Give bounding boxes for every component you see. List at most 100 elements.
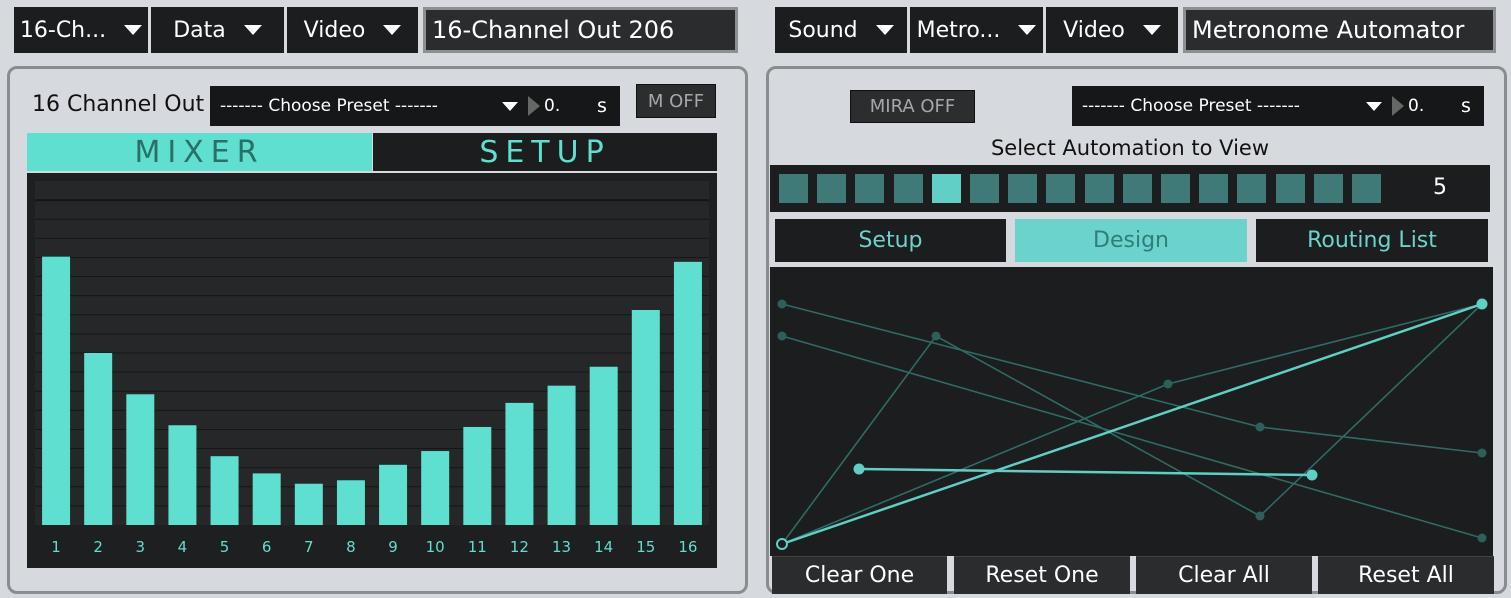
channel-fader-9[interactable] <box>379 464 408 525</box>
automation-point[interactable] <box>1163 379 1173 389</box>
automation-slot-5[interactable] <box>931 174 961 203</box>
channel-label-2: 2 <box>93 538 103 556</box>
preset-time-value-right[interactable]: 0. <box>1408 96 1448 116</box>
channel-label-10: 10 <box>426 538 445 556</box>
tab-setup-right[interactable]: Setup <box>775 219 1006 262</box>
preset-label-right: ------- Choose Preset ------- <box>1082 96 1300 116</box>
automation-selector-title: Select Automation to View <box>990 136 1270 160</box>
channel-label-8: 8 <box>346 538 356 556</box>
automation-index-value[interactable]: 5 <box>1410 175 1470 200</box>
preset-selector[interactable]: ------- Choose Preset ------- 0. s <box>210 86 620 126</box>
automation-slot-4[interactable] <box>893 174 923 203</box>
preset-label: ------- Choose Preset ------- <box>220 96 438 116</box>
clear-all-button[interactable]: Clear All <box>1136 556 1312 594</box>
channel-fader-3[interactable] <box>126 394 155 525</box>
sound-dropdown[interactable]: Sound <box>775 7 907 53</box>
tab-setup-label: SETUP <box>479 134 611 170</box>
tab-setup[interactable]: SETUP <box>373 133 717 171</box>
video-dropdown-right[interactable]: Video <box>1046 7 1178 53</box>
active-automation-start-point[interactable] <box>776 538 788 550</box>
module-name-text: 16-Channel Out 206 <box>432 16 675 44</box>
data-dropdown[interactable]: Data <box>151 7 284 53</box>
clear-one-button[interactable]: Clear One <box>772 556 947 594</box>
automation-slot-14[interactable] <box>1275 174 1305 203</box>
tab-design[interactable]: Design <box>1015 219 1247 262</box>
mira-toggle-button[interactable]: MIRA OFF <box>850 90 975 123</box>
preset-time-unit-right: s <box>1461 95 1471 117</box>
preset-time-unit: s <box>597 95 607 117</box>
channel-fader-1[interactable] <box>42 256 71 525</box>
channel-fader-5[interactable] <box>210 456 239 525</box>
automation-slot-16[interactable] <box>1352 174 1381 203</box>
automation-point[interactable] <box>777 299 787 309</box>
module-name-field[interactable]: 16-Channel Out 206 <box>423 7 738 53</box>
clear-all-label: Clear All <box>1178 563 1270 588</box>
reset-all-button[interactable]: Reset All <box>1318 556 1494 594</box>
metronome-dropdown[interactable]: Metro... <box>910 7 1043 53</box>
chevron-down-icon <box>875 25 894 35</box>
automation-slot-11[interactable] <box>1161 174 1190 203</box>
video-dropdown[interactable]: Video <box>287 7 418 53</box>
automation-point[interactable] <box>931 331 941 341</box>
data-dropdown-label: Data <box>173 17 226 43</box>
active-automation-point[interactable] <box>1476 298 1488 310</box>
channel-fader-4[interactable] <box>168 425 197 525</box>
automation-slot-10[interactable] <box>1122 174 1152 203</box>
automation-slot-1[interactable] <box>779 174 808 203</box>
mute-toggle-button[interactable]: M OFF <box>636 84 716 118</box>
channel-fader-12[interactable] <box>505 402 534 525</box>
automation-curves[interactable] <box>770 267 1493 556</box>
active-automation-point[interactable] <box>853 463 865 475</box>
channel-fader-8[interactable] <box>336 480 365 525</box>
automation-point[interactable] <box>1255 422 1265 432</box>
channel-label-7: 7 <box>304 538 314 556</box>
module-name-field-right[interactable]: Metronome Automator <box>1183 7 1496 53</box>
automation-point[interactable] <box>1477 533 1487 543</box>
channel-fader-11[interactable] <box>463 426 492 525</box>
chevron-down-icon <box>502 101 518 111</box>
preset-selector-right[interactable]: ------- Choose Preset ------- 0. s <box>1072 86 1484 126</box>
automation-slot-3[interactable] <box>855 174 885 203</box>
preset-time-value[interactable]: 0. <box>544 96 584 116</box>
tab-setup-right-label: Setup <box>858 228 923 253</box>
mira-toggle-label: MIRA OFF <box>869 96 956 117</box>
channel-fader-16[interactable] <box>673 261 702 525</box>
play-triangle-icon[interactable] <box>528 96 540 116</box>
automation-slot-12[interactable] <box>1199 174 1229 203</box>
channel-label-15: 15 <box>636 538 655 556</box>
channel-fader-14[interactable] <box>589 366 618 525</box>
channel-fader-10[interactable] <box>421 451 450 525</box>
automation-slot-8[interactable] <box>1046 174 1076 203</box>
automation-point[interactable] <box>1255 511 1265 521</box>
automation-slot-9[interactable] <box>1084 174 1114 203</box>
automation-slot-13[interactable] <box>1237 174 1267 203</box>
automation-slot-2[interactable] <box>817 174 847 203</box>
video-dropdown-right-label: Video <box>1063 17 1125 43</box>
panel-title: 16 Channel Out <box>32 92 205 117</box>
source-type-dropdown[interactable]: 16-Ch... <box>14 7 148 53</box>
mixer-area: 1 2 3 4 5 6 7 8 9 10 11 12 13 14 15 16 <box>27 173 717 568</box>
mute-toggle-label: M OFF <box>647 90 705 112</box>
channel-fader-6[interactable] <box>252 473 281 525</box>
automation-design-canvas[interactable] <box>770 267 1493 556</box>
automation-slot-15[interactable] <box>1313 174 1343 203</box>
active-automation-point[interactable] <box>1306 469 1318 481</box>
automation-slot-7[interactable] <box>1008 174 1038 203</box>
tab-routing-list[interactable]: Routing List <box>1256 219 1488 262</box>
reset-one-button[interactable]: Reset One <box>954 556 1130 594</box>
source-type-label: 16-Ch... <box>19 17 107 43</box>
channel-label-9: 9 <box>388 538 398 556</box>
channel-fader-15[interactable] <box>631 310 660 525</box>
play-triangle-icon[interactable] <box>1392 96 1404 116</box>
mixer-chart: 1 2 3 4 5 6 7 8 9 10 11 12 13 14 15 16 <box>35 181 709 556</box>
channel-fader-2[interactable] <box>84 353 113 525</box>
chevron-down-icon <box>124 25 143 35</box>
tab-design-label: Design <box>1093 228 1169 253</box>
automation-point[interactable] <box>1477 448 1487 458</box>
tab-mixer[interactable]: MIXER <box>27 133 372 171</box>
automation-slot-6[interactable] <box>970 174 999 203</box>
channel-label-14: 14 <box>594 538 613 556</box>
channel-fader-13[interactable] <box>547 385 576 525</box>
automation-point[interactable] <box>777 331 787 341</box>
channel-fader-7[interactable] <box>294 483 323 525</box>
